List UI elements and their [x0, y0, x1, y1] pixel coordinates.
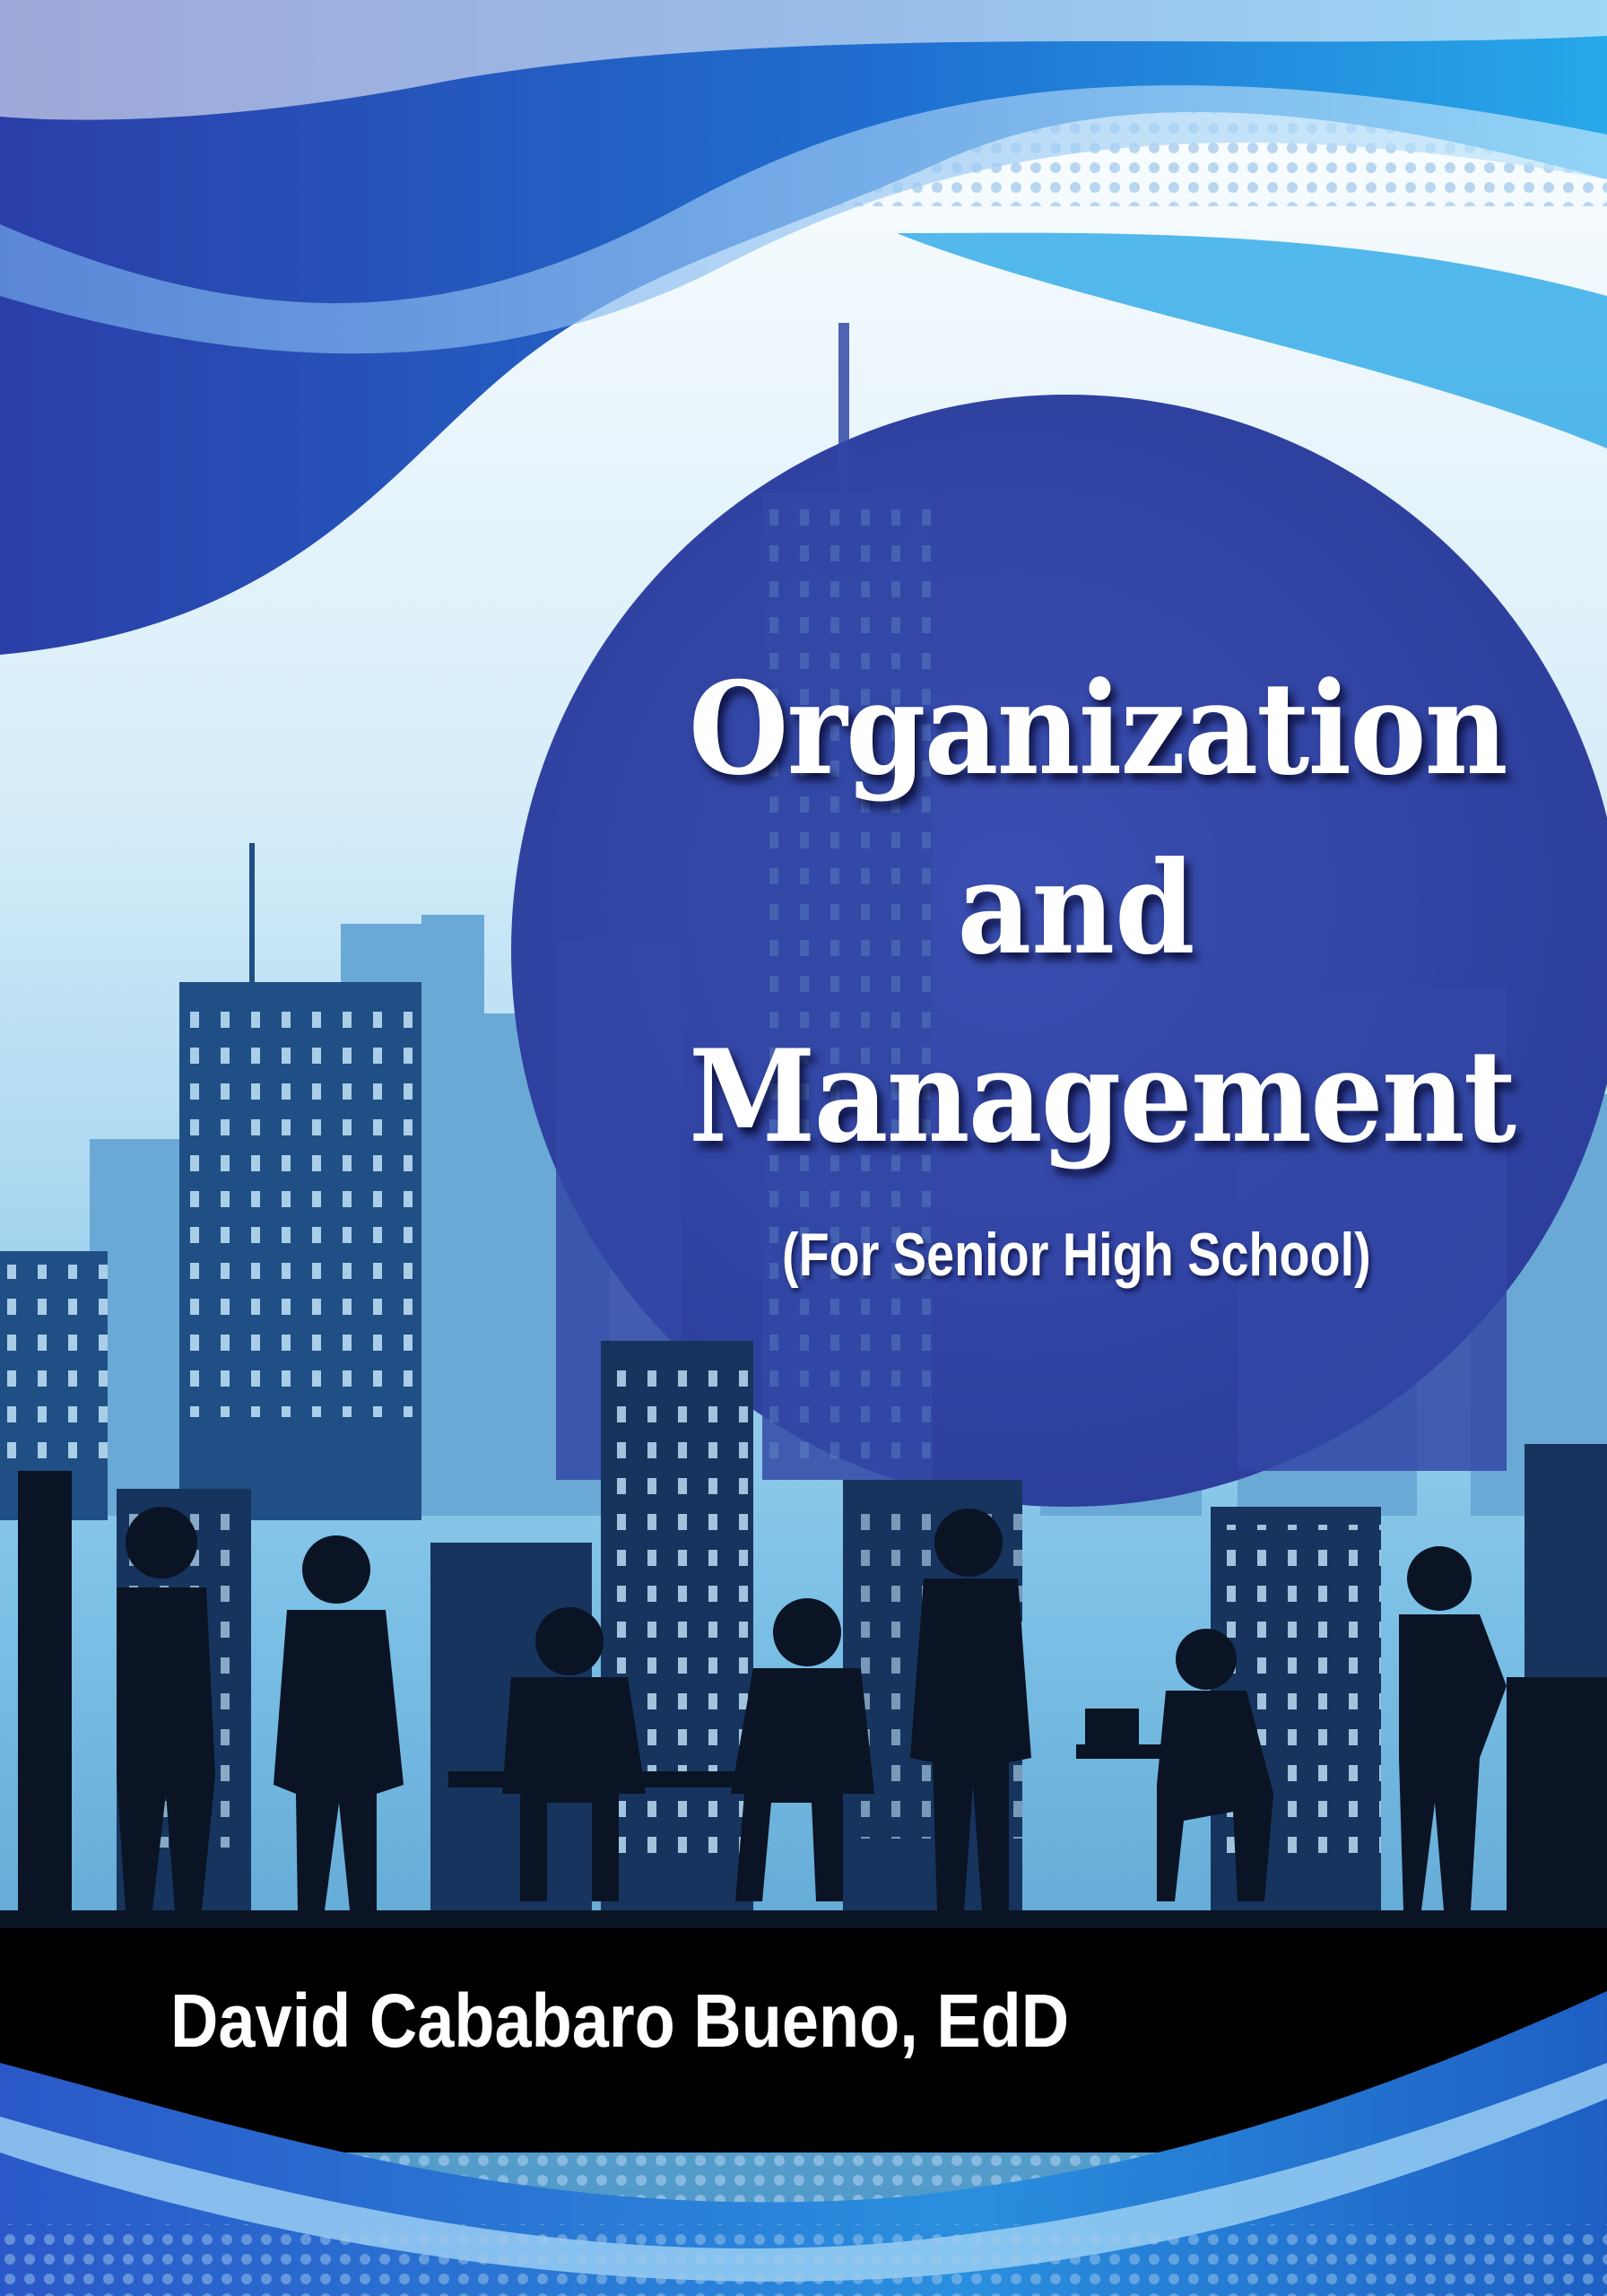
book-cover: Organization and Management (For Senior … — [0, 0, 1607, 2296]
subtitle: (For Senior High School) — [782, 1221, 1371, 1289]
title-line-3: Management — [689, 1022, 1516, 1171]
author-name: David Cababaro Bueno, EdD — [170, 1979, 1070, 2063]
title-line-2: and — [957, 834, 1195, 983]
title-line-1: Organization — [689, 655, 1508, 804]
